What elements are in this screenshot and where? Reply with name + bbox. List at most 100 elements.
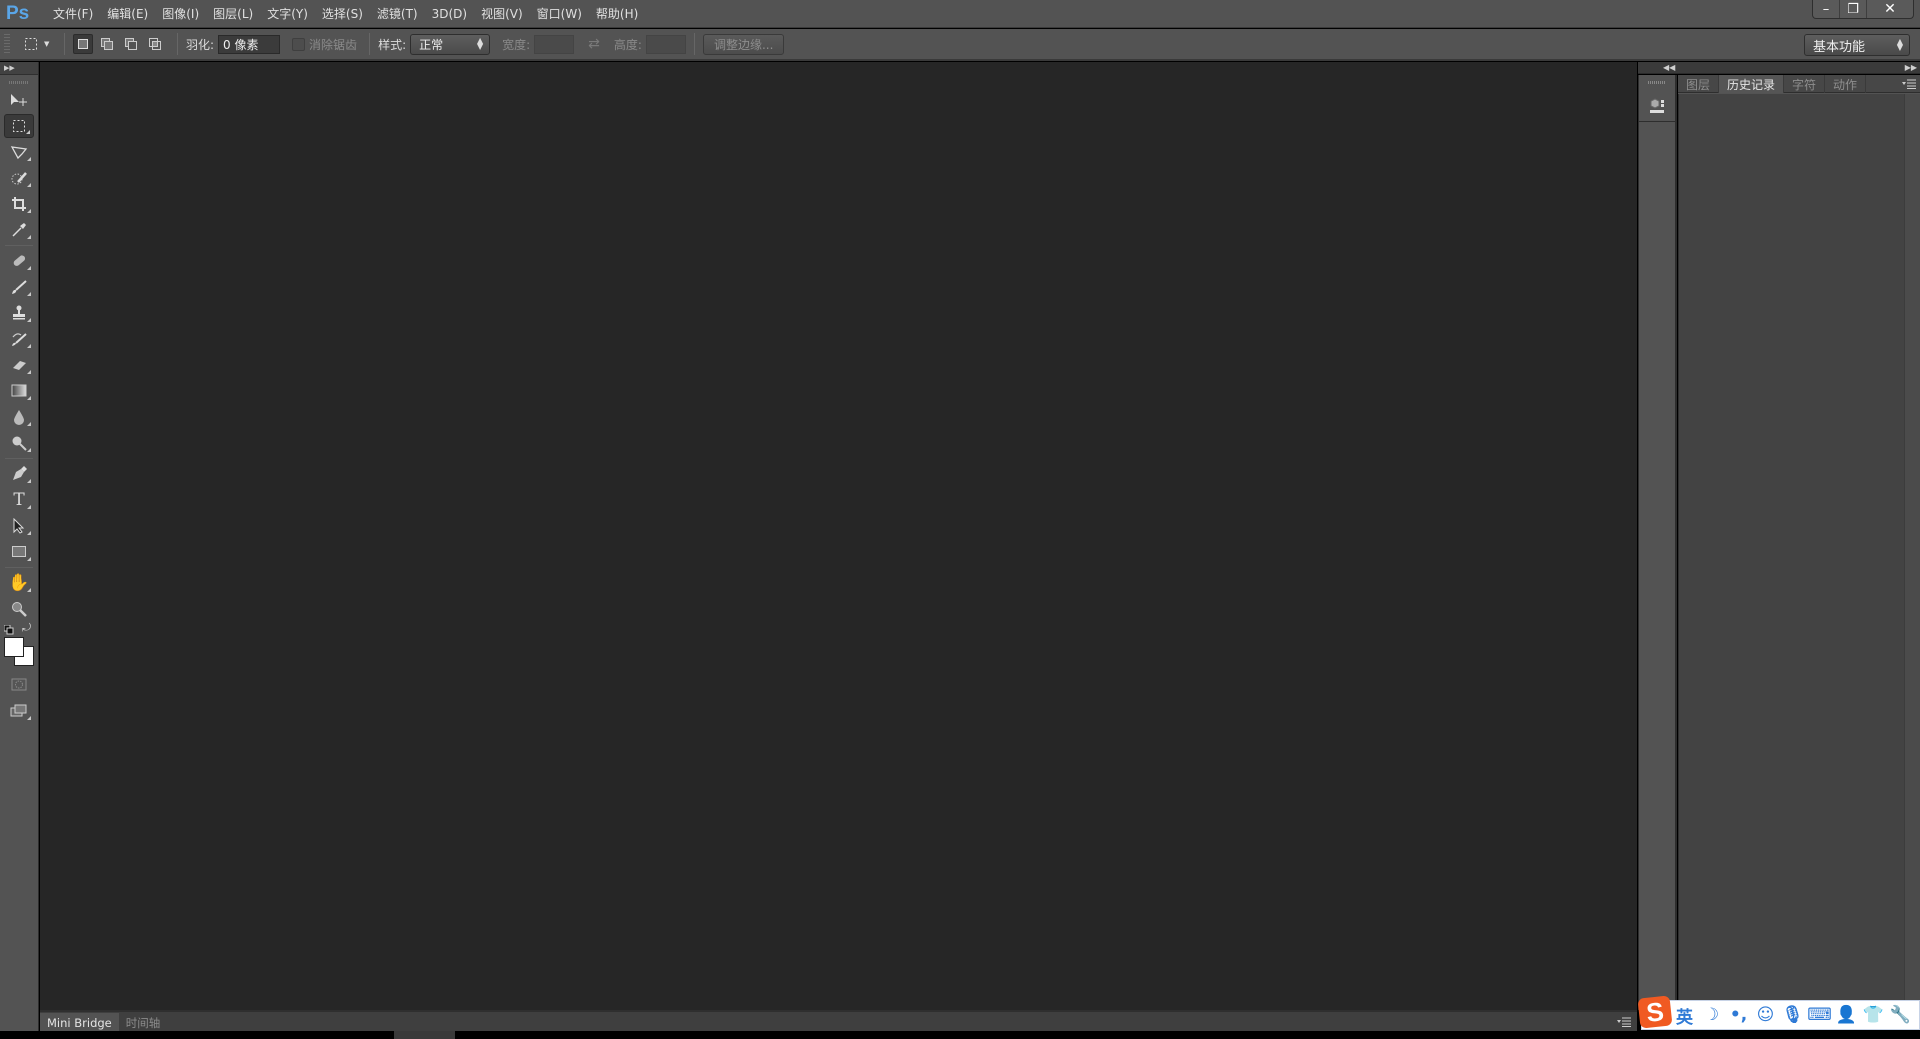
hand-tool[interactable]: ✋ (4, 571, 34, 595)
toolbox-grip[interactable] (9, 81, 29, 84)
menu-help[interactable]: 帮助(H) (589, 0, 645, 28)
tab-history[interactable]: 历史记录 (1719, 75, 1785, 93)
path-selection-icon (13, 518, 25, 534)
expand-panels-icon[interactable]: ▶▶ (1905, 62, 1917, 74)
panel-icon-column (1638, 75, 1677, 1010)
clone-stamp-tool[interactable] (4, 301, 34, 325)
collapse-dock-icon[interactable]: ◀◀ (1663, 62, 1675, 74)
type-tool[interactable]: T (4, 488, 34, 512)
workspace-switcher[interactable]: 基本功能 ▲ ▼ (1804, 34, 1910, 56)
rectangle-icon (12, 546, 26, 557)
blur-tool[interactable] (4, 405, 34, 429)
icon-column-grip[interactable] (1648, 81, 1666, 84)
taskbar-item[interactable] (394, 1031, 455, 1039)
eraser-tool[interactable] (4, 353, 34, 377)
antialias-checkbox[interactable] (292, 37, 306, 51)
height-input[interactable] (645, 34, 686, 54)
swap-icon[interactable]: ⇄ (588, 36, 600, 52)
divider (369, 33, 371, 55)
panel-menu-icon[interactable] (1902, 75, 1920, 92)
minimize-button[interactable]: – (1813, 0, 1840, 18)
panel-scrollbar[interactable] (1904, 94, 1920, 1010)
menu-file[interactable]: 文件(F) (46, 0, 100, 28)
menu-view[interactable]: 视图(V) (474, 0, 530, 28)
add-selection-button[interactable] (97, 34, 117, 54)
spot-healing-tool[interactable] (4, 249, 34, 273)
zoom-tool[interactable] (4, 597, 34, 621)
rect-marquee-tool[interactable] (4, 114, 34, 138)
microphone-icon[interactable]: 🎙 (1779, 1005, 1806, 1025)
restore-button[interactable]: ❐ (1840, 0, 1867, 18)
menu-image[interactable]: 图像(I) (155, 0, 206, 28)
crop-icon (12, 197, 26, 211)
menu-window[interactable]: 窗口(W) (530, 0, 589, 28)
screen-mode-button[interactable] (4, 699, 34, 723)
tab-character[interactable]: 字符 (1784, 75, 1826, 93)
menu-3d[interactable]: 3D(D) (425, 0, 474, 28)
flyout-indicator-icon (27, 209, 31, 213)
user-icon[interactable]: 👤 (1833, 1005, 1860, 1025)
pen-tool[interactable] (4, 462, 34, 486)
skin-shirt-icon[interactable]: 👕 (1860, 1005, 1887, 1025)
punctuation-icon[interactable]: •, (1725, 1005, 1752, 1025)
refine-edge-button[interactable]: 调整边缘... (702, 33, 785, 55)
menu-edit[interactable]: 编辑(E) (100, 0, 155, 28)
flyout-indicator-icon (27, 448, 31, 452)
foreground-color-swatch[interactable] (4, 637, 24, 657)
flyout-indicator-icon (27, 318, 31, 322)
tab-actions[interactable]: 动作 (1825, 75, 1867, 93)
3d-panel-button[interactable] (1639, 90, 1675, 122)
close-button[interactable]: ✕ (1867, 0, 1913, 18)
flyout-indicator-icon (27, 557, 31, 561)
options-bar-grip[interactable] (4, 34, 10, 54)
flyout-indicator-icon (27, 716, 31, 720)
quick-selection-tool[interactable] (4, 166, 34, 190)
width-input[interactable] (534, 34, 575, 54)
menu-layer[interactable]: 图层(L) (206, 0, 260, 28)
path-selection-tool[interactable] (4, 514, 34, 538)
flyout-indicator-icon (27, 531, 31, 535)
tab-timeline[interactable]: 时间轴 (119, 1013, 168, 1032)
rectangle-tool[interactable] (4, 540, 34, 564)
gradient-tool[interactable] (4, 379, 34, 403)
swap-colors-icon[interactable]: ⤾ (22, 621, 31, 635)
subtract-selection-icon (125, 38, 137, 50)
wrench-settings-icon[interactable]: 🔧 (1887, 1005, 1914, 1025)
flyout-indicator-icon (27, 588, 31, 592)
tab-layers[interactable]: 图层 (1678, 75, 1720, 93)
history-panel: 图层 历史记录 字符 动作 (1678, 75, 1920, 1010)
document-canvas-area[interactable] (40, 62, 1637, 1010)
tab-mini-bridge[interactable]: Mini Bridge (40, 1013, 119, 1032)
language-toggle-icon[interactable]: 英 (1671, 1003, 1698, 1028)
history-list[interactable] (1678, 94, 1904, 1010)
panel-menu-icon[interactable] (1617, 1016, 1631, 1030)
menu-type[interactable]: 文字(Y) (260, 0, 315, 28)
default-colors-icon[interactable] (4, 625, 14, 635)
tool-preset-picker[interactable]: ▼ (24, 37, 56, 51)
antialias-label: 消除锯齿 (309, 37, 358, 52)
history-brush-tool[interactable] (4, 327, 34, 351)
toolbox-expand-icon[interactable]: ▶▶ (0, 62, 38, 75)
subtract-selection-button[interactable] (121, 34, 141, 54)
new-selection-button[interactable] (73, 34, 93, 54)
eyedropper-tool[interactable] (4, 218, 34, 242)
lasso-tool[interactable] (4, 140, 34, 164)
emoji-icon[interactable]: ☺ (1752, 1005, 1779, 1025)
sogou-logo-icon[interactable]: S (1637, 995, 1673, 1029)
3d-cube-icon (1650, 97, 1664, 113)
menu-filter[interactable]: 滤镜(T) (370, 0, 425, 28)
fullwidth-moon-icon[interactable]: ☽ (1698, 1005, 1725, 1025)
quick-mask-button[interactable] (4, 673, 34, 697)
menu-select[interactable]: 选择(S) (315, 0, 370, 28)
feather-input[interactable]: 0 像素 (218, 34, 281, 54)
dock-header (1638, 62, 1920, 74)
move-tool[interactable] (4, 88, 34, 112)
intersect-selection-button[interactable] (145, 34, 165, 54)
dodge-tool[interactable] (4, 431, 34, 455)
gradient-icon (11, 384, 27, 397)
style-select[interactable]: 正常 ▲ ▼ (410, 33, 491, 55)
divider (64, 33, 65, 55)
keyboard-icon[interactable]: ⌨ (1806, 1005, 1833, 1025)
brush-tool[interactable] (4, 275, 34, 299)
crop-tool[interactable] (4, 192, 34, 216)
